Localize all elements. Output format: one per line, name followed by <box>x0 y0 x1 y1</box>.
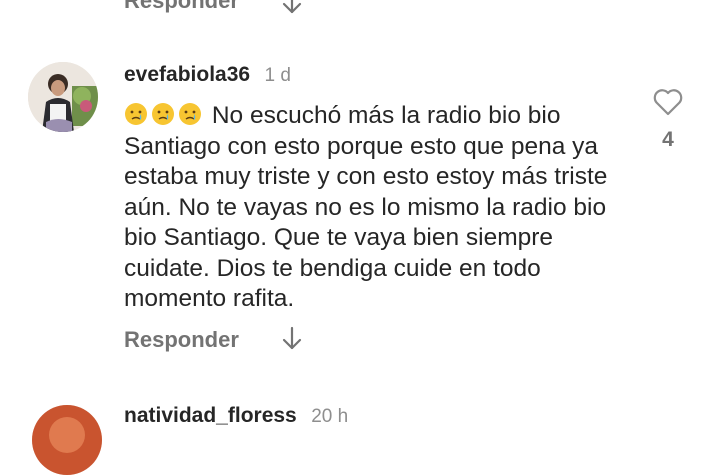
crying-face-emojis <box>124 102 212 129</box>
prev-view-replies-arrow-icon[interactable] <box>281 0 303 16</box>
comment-text: No escuchó más la radio bio bio Santiago… <box>124 101 644 315</box>
prev-reply-button[interactable]: Responder <box>124 0 239 14</box>
avatar-photo-icon <box>28 62 98 132</box>
next-comment-time: 20 h <box>311 406 349 427</box>
crying-face-icon <box>152 103 174 125</box>
crying-face-icon <box>125 103 147 125</box>
crying-face-icon <box>179 103 201 125</box>
reply-button[interactable]: Responder <box>124 327 239 353</box>
comment-header: evefabiola36 1 d <box>124 63 291 87</box>
view-replies-arrow-icon[interactable] <box>281 326 303 352</box>
comment-time: 1 d <box>264 65 291 86</box>
heart-icon[interactable] <box>652 88 684 116</box>
username-link[interactable]: evefabiola36 <box>124 63 250 86</box>
avatar[interactable] <box>28 62 98 132</box>
next-comment-header: natividad_floress 20 h <box>124 404 348 428</box>
like-count: 4 <box>662 128 674 151</box>
comment-body: No escuchó más la radio bio bio Santiago… <box>124 102 608 312</box>
